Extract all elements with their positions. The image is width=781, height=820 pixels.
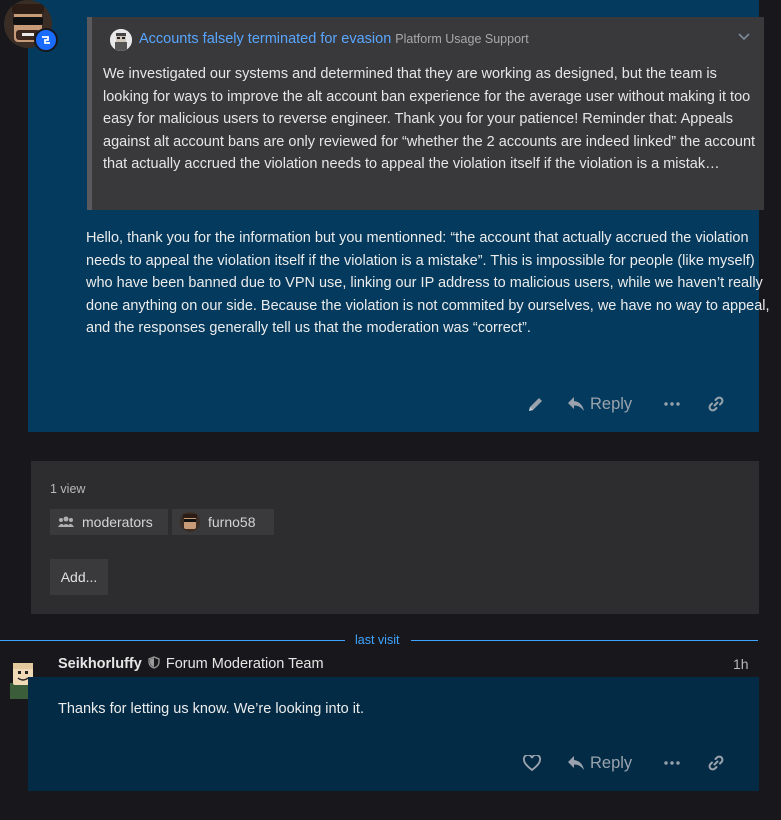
more-options-icon[interactable] [657,388,687,420]
quoted-topic: Accounts falsely terminated for evasion P… [87,17,764,210]
quote-text: We investigated our systems and determin… [103,66,756,173]
group-chip-label: moderators [82,514,153,530]
link-icon[interactable] [701,388,731,420]
chevron-down-icon[interactable] [736,29,752,45]
link-icon[interactable] [701,747,731,779]
post-body: Thanks for letting us know. We’re lookin… [58,701,364,717]
more-options-icon[interactable] [657,747,687,779]
post-author-line: Seikhorluffy Forum Moderation Team [58,656,324,673]
post-body: Hello, thank you for the information but… [86,230,770,337]
group-chip-moderators[interactable]: moderators [50,509,168,535]
last-visit-divider-right [411,640,758,641]
reply-button[interactable]: Reply [567,388,649,420]
reply-label: Reply [590,753,633,772]
post-2: Thanks for letting us know. We’re lookin… [28,677,759,791]
user-avatar [180,512,200,532]
quote-title-link[interactable]: Accounts falsely terminated for evasion P… [139,31,529,47]
reply-button[interactable]: Reply [567,747,649,779]
add-participant-button[interactable]: Add... [50,559,108,595]
reply-icon [567,755,585,771]
shield-icon [148,656,160,673]
heart-like-icon[interactable] [515,747,549,779]
moderator-badge-icon [34,28,58,52]
edit-pencil-icon[interactable] [519,388,553,420]
post-actions: Reply [519,388,731,420]
reply-label: Reply [590,394,633,413]
whisper-visibility-box: 1 view moderators furno58 Add... [31,461,759,614]
view-count: 1 view [50,482,86,496]
author-role[interactable]: Forum Moderation Team [166,656,324,672]
last-visit-label: last visit [355,633,400,647]
group-icon [58,516,74,528]
user-chip-furno58[interactable]: furno58 [172,509,274,535]
user-chip-label: furno58 [208,514,256,530]
reply-icon [567,396,585,412]
quote-category[interactable]: Platform Usage Support [395,32,528,46]
quote-author-avatar[interactable] [110,29,132,51]
post-1: Accounts falsely terminated for evasion P… [28,0,770,432]
post-timestamp[interactable]: 1h [733,656,749,672]
author-avatar[interactable] [4,0,58,52]
post-actions: Reply [515,747,731,779]
author-name[interactable]: Seikhorluffy [58,656,142,672]
last-visit-divider-left [0,640,345,641]
